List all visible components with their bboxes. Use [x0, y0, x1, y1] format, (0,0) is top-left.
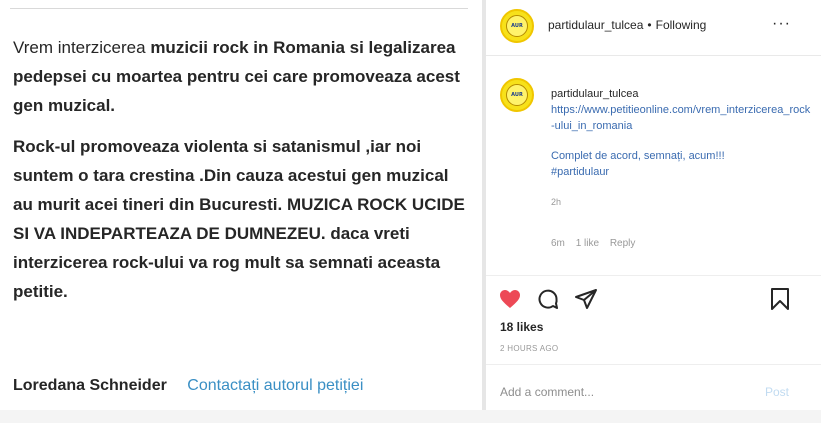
post-header-text: partidulaur_tulcea • Following	[548, 18, 706, 32]
avatar-logo: AUR	[506, 84, 528, 106]
divider	[486, 364, 821, 365]
instagram-post: AUR partidulaur_tulcea • Following ··· AUR…	[486, 0, 821, 423]
comment-age: 2h	[551, 197, 562, 207]
hashtag-link[interactable]: #partidulaur	[551, 164, 813, 180]
author-row: Loredana Schneider Contactați autorul pe…	[13, 377, 363, 395]
author-name: Loredana Schneider	[13, 377, 167, 394]
divider	[10, 8, 468, 9]
likes-count[interactable]: 18 likes	[500, 320, 543, 334]
comment-icon[interactable]	[536, 287, 560, 311]
avatar-logo: AUR	[506, 15, 528, 37]
comment-meta: 6m 1 like Reply	[551, 238, 643, 249]
share-icon[interactable]	[574, 287, 598, 311]
comment-link[interactable]: https://www.petitieonline.com/vrem_inter…	[551, 102, 813, 134]
petition-paragraph-1: Vrem interzicerea muzicii rock in Romani…	[13, 33, 468, 120]
post-timestamp: 2 HOURS AGO	[500, 344, 559, 353]
username-link[interactable]: partidulaur_tulcea	[548, 18, 643, 32]
comment-username[interactable]: partidulaur_tulcea	[551, 86, 813, 102]
heart-icon[interactable]	[498, 287, 522, 311]
following-button[interactable]: Following	[656, 18, 707, 32]
petition-paragraph-2: Rock-ul promoveaza violenta si satanismu…	[13, 137, 465, 301]
post-button[interactable]: Post	[765, 385, 789, 399]
bottom-border	[0, 410, 821, 423]
petition-text: Vrem interzicerea	[13, 38, 151, 57]
contact-author-link[interactable]: Contactați autorul petiției	[187, 377, 363, 394]
post-header: AUR partidulaur_tulcea • Following ···	[486, 0, 821, 56]
add-comment-input[interactable]: Add a comment...	[500, 385, 594, 399]
comment: partidulaur_tulcea https://www.petitieon…	[551, 86, 813, 210]
comment-time: 6m	[551, 238, 565, 249]
petition-panel: Vrem interzicerea muzicii rock in Romani…	[0, 0, 478, 423]
bookmark-icon[interactable]	[768, 287, 792, 311]
reply-button[interactable]: Reply	[610, 238, 636, 249]
divider	[486, 275, 821, 276]
separator: •	[647, 18, 652, 32]
avatar[interactable]: AUR	[500, 9, 534, 43]
more-options-icon[interactable]: ···	[772, 15, 791, 33]
comment-likes[interactable]: 1 like	[576, 238, 599, 249]
comment-message: Complet de acord, semnați, acum!!!	[551, 150, 725, 162]
comment-avatar[interactable]: AUR	[500, 78, 534, 112]
